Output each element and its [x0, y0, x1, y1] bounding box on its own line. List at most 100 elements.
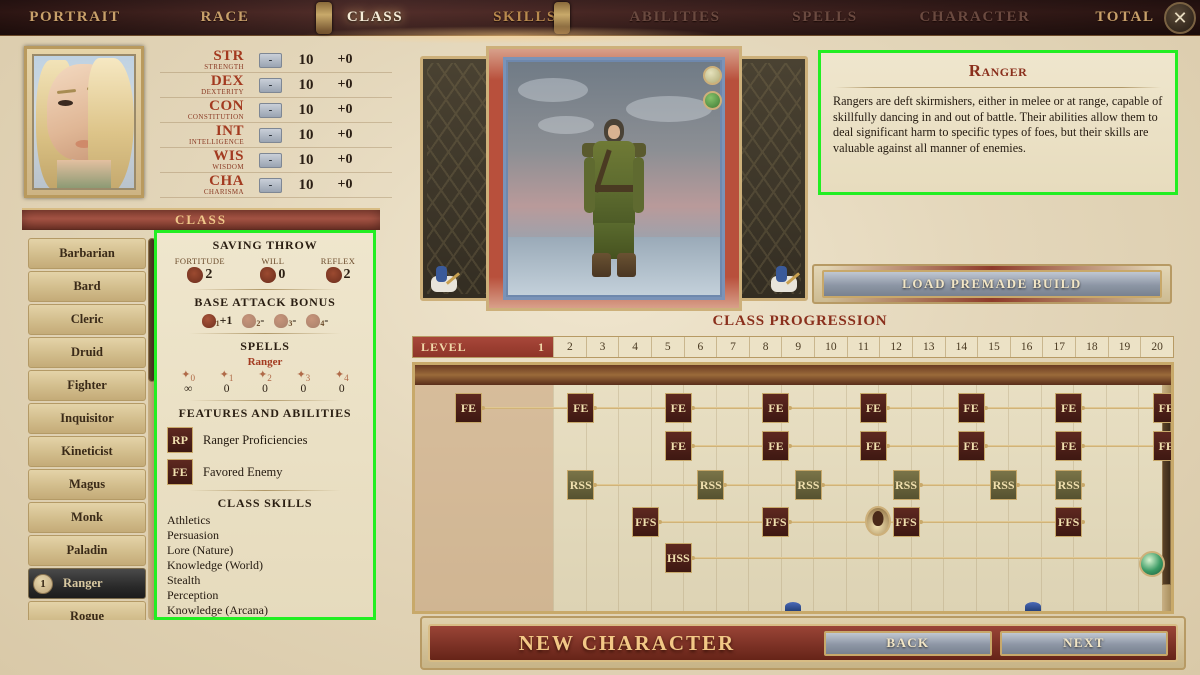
class-item-magus[interactable]: Magus [28, 469, 146, 500]
level-cell-15[interactable]: 15 [977, 337, 1010, 357]
progression-marker-icon[interactable] [785, 602, 801, 611]
progression-node-fe-lv14[interactable]: FE [957, 431, 985, 461]
spell-slots-row: ✦0 ∞ ✦1 0 ✦2 0 ✦3 0 ✦4 0 [157, 369, 373, 395]
progression-node-fe-lv8[interactable]: FE [762, 431, 790, 461]
class-item-barbarian[interactable]: Barbarian [28, 238, 146, 269]
class-item-bard[interactable]: Bard [28, 271, 146, 302]
progression-node-rss-lv15[interactable]: RSS [990, 470, 1018, 500]
stat-decrement-con[interactable]: - [259, 102, 282, 118]
bab-value-3: - [292, 313, 297, 327]
level-cell-4[interactable]: 4 [618, 337, 651, 357]
feature-ranger-proficiencies[interactable]: RP Ranger Proficiencies [167, 427, 373, 454]
level-cell-20[interactable]: 20 [1140, 337, 1173, 357]
class-item-ranger[interactable]: 1 Ranger [28, 568, 146, 599]
progression-node-ffs-lv4[interactable]: FFS [632, 507, 660, 537]
level-cell-19[interactable]: 19 [1107, 337, 1141, 357]
level-cell-11[interactable]: 11 [846, 337, 880, 357]
class-item-kineticist[interactable]: Kineticist [28, 436, 146, 467]
progression-node-fe-lv2[interactable]: FE [567, 393, 595, 423]
tab-abilities[interactable]: ABILITIES [600, 9, 750, 26]
level-cell-8[interactable]: 8 [748, 337, 782, 357]
level-cell-18[interactable]: 18 [1075, 337, 1108, 357]
close-icon[interactable]: ✕ [1164, 2, 1196, 34]
level-label: LEVEL [421, 339, 467, 354]
level-cell-16[interactable]: 16 [1009, 337, 1043, 357]
progression-node-fe-lv11[interactable]: FE [860, 393, 887, 423]
stat-label-dex: DEX DEXTERITY [160, 74, 252, 96]
stat-modifier-dex: +0 [337, 77, 353, 92]
stat-full-str: STRENGTH [204, 63, 244, 71]
level-cell-14[interactable]: 14 [944, 337, 978, 357]
grid-column-line [748, 385, 750, 611]
level-cell-9[interactable]: 9 [781, 337, 814, 357]
stat-decrement-int[interactable]: - [259, 127, 282, 143]
class-item-inquisitor[interactable]: Inquisitor [28, 403, 146, 434]
level-cell-2[interactable]: 2 [553, 337, 586, 357]
class-item-paladin[interactable]: Paladin [28, 535, 146, 566]
capstone-gem-icon[interactable] [1139, 551, 1165, 577]
progression-node-fe-lv8[interactable]: FE [762, 393, 790, 423]
progression-node-rss-lv17[interactable]: RSS [1055, 470, 1083, 500]
progression-node-fe-lv11[interactable]: FE [860, 431, 887, 461]
class-list[interactable]: Barbarian Bard Cleric Druid Fighter Inquisito… [28, 238, 146, 620]
progression-special-node-icon[interactable] [864, 506, 891, 536]
feature-favored-enemy[interactable]: FE Favored Enemy [167, 459, 373, 486]
tab-portrait[interactable]: PORTRAIT [0, 9, 150, 26]
progression-node-fe-lv17[interactable]: FE [1055, 393, 1083, 423]
tab-spells[interactable]: SPELLS [750, 9, 900, 26]
class-item-monk[interactable]: Monk [28, 502, 146, 533]
tab-character[interactable]: CHARACTER [900, 9, 1050, 26]
tab-race[interactable]: RACE [150, 9, 300, 26]
spells-class-name: Ranger [247, 356, 283, 368]
preview-toggle-1-icon[interactable] [703, 66, 722, 85]
avatar[interactable] [24, 46, 144, 198]
load-premade-build-button[interactable]: LOAD PREMADE BUILD [822, 270, 1162, 298]
tab-skills[interactable]: SKILLS [450, 9, 600, 26]
level-cell-10[interactable]: 10 [814, 337, 847, 357]
current-level-value: 1 [538, 339, 545, 354]
next-button[interactable]: NEXT [1000, 630, 1168, 656]
progression-node-fe-lv20[interactable]: FE [1152, 431, 1171, 461]
level-cell-6[interactable]: 6 [683, 337, 717, 357]
stat-decrement-cha[interactable]: - [259, 177, 282, 193]
stat-decrement-dex[interactable]: - [259, 77, 282, 93]
progression-node-fe-lv5[interactable]: FE [664, 431, 692, 461]
level-cell-3[interactable]: 3 [585, 337, 619, 357]
stat-value-dex: 10 [298, 76, 314, 93]
progression-node-rss-lv12[interactable]: RSS [892, 470, 920, 500]
progression-node-rss-lv6[interactable]: RSS [697, 470, 725, 500]
preview-toggle-2-icon[interactable] [703, 91, 722, 110]
level-cell-17[interactable]: 17 [1042, 337, 1075, 357]
character-model-scene[interactable] [508, 62, 720, 295]
bab-entry-4: 4- [306, 313, 328, 328]
class-item-label: Kineticist [61, 444, 113, 458]
progression-grid[interactable]: FE FE FE FE FE FE FE FE FE FE FE FE FE FE RSS RSS RSS RSS… [412, 362, 1174, 614]
progression-marker-icon[interactable] [1025, 602, 1041, 611]
class-item-druid[interactable]: Druid [28, 337, 146, 368]
class-item-rogue[interactable]: Rogue [28, 601, 146, 620]
progression-node-ffs-lv8[interactable]: FFS [762, 507, 790, 537]
class-item-label: Paladin [66, 543, 108, 557]
level-cell-12[interactable]: 12 [879, 337, 912, 357]
progression-node-rss-lv9[interactable]: RSS [794, 470, 822, 500]
progression-node-fe-lv5[interactable]: FE [664, 393, 692, 423]
preview-panel-left [420, 56, 494, 301]
progression-node-ffs-lv17[interactable]: FFS [1055, 507, 1083, 537]
progression-node-rss-lv2[interactable]: RSS [567, 470, 595, 500]
stat-decrement-wis[interactable]: - [259, 152, 282, 168]
stat-decrement-str[interactable]: - [259, 52, 282, 68]
saving-throws: FORTITUDE 2 WILL 0 REFLEX 2 [157, 256, 373, 284]
level-cell-5[interactable]: 5 [650, 337, 684, 357]
level-cell-7[interactable]: 7 [716, 337, 749, 357]
class-item-fighter[interactable]: Fighter [28, 370, 146, 401]
progression-node-fe-lv17[interactable]: FE [1055, 431, 1083, 461]
progression-node-fe-lv20[interactable]: FE [1152, 393, 1171, 423]
class-item-cleric[interactable]: Cleric [28, 304, 146, 335]
back-button[interactable]: BACK [824, 630, 992, 656]
progression-node-fe-lv1[interactable]: FE [455, 393, 482, 423]
progression-node-fe-lv14[interactable]: FE [957, 393, 985, 423]
progression-node-hss-lv5[interactable]: HSS [664, 543, 692, 573]
level-cell-13[interactable]: 13 [911, 337, 945, 357]
progression-node-ffs-lv12[interactable]: FFS [892, 507, 920, 537]
stat-modifier-con: +0 [337, 102, 353, 117]
